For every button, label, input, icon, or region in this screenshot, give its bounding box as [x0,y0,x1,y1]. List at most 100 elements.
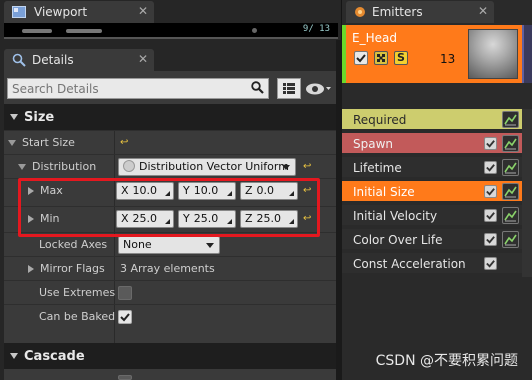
view-options-button[interactable] [277,78,301,99]
module-side-strip [522,109,532,277]
max-y-field[interactable]: Y 10.0 [178,182,236,200]
mirror-flags-value: 3 Array elements [120,262,215,275]
details-search-icon [12,53,26,67]
property-distribution: Distribution Distribution Vector Uniform… [4,154,336,178]
use-extremes-label: Use Extremes [39,286,116,299]
viewport-dot [252,28,257,33]
curve-editor-icon[interactable] [502,207,519,224]
emitters-icon [355,7,365,17]
property-locked-axes: Locked Axes None [4,232,336,256]
close-icon[interactable]: ✕ [478,4,488,18]
tab-details[interactable]: Details ✕ [4,49,154,71]
solo-button[interactable]: S [394,51,408,65]
search-icon[interactable] [251,81,264,94]
particle-counter: 9/ 13 [302,24,330,34]
max-x-field[interactable]: X 10.0 [116,182,174,200]
checkmark-icon [486,212,495,220]
emitter-enable-checkbox[interactable] [354,51,368,65]
viewport-canvas[interactable]: 9/ 13 [4,23,338,39]
eye-icon[interactable] [305,80,333,98]
emitter-color-strip [342,25,346,83]
close-icon[interactable]: ✕ [138,52,148,66]
module-enable-checkbox[interactable] [484,137,497,150]
close-icon[interactable]: ✕ [138,4,148,18]
tab-emitters[interactable]: Emitters ✕ [346,1,494,23]
property-max: Max X 10.0 Y 10.0 Z 0.0 ↩ [4,178,336,202]
mirror-flags-label: Mirror Flags [40,262,105,275]
drag-handle-icon [289,191,294,196]
expand-arrow-icon[interactable] [18,164,26,170]
module-row[interactable]: Initial Velocity [342,205,522,227]
distribution-dropdown[interactable]: Distribution Vector Uniform [118,158,296,176]
reset-to-default-icon[interactable]: ↩ [303,186,313,196]
use-extremes-checkbox[interactable] [118,286,132,300]
property-can-be-baked: Can be Baked [4,304,336,328]
tab-viewport[interactable]: Viewport ✕ [4,1,154,23]
emitters-panel: Emitters ✕ E_Head S 13 Required Spawn Life… [342,0,532,380]
module-enable-checkbox[interactable] [484,209,497,222]
checkmark-icon [486,140,495,148]
checkmark-icon [486,164,495,172]
expand-arrow-icon[interactable] [28,265,34,273]
module-enable-checkbox[interactable] [484,257,497,270]
max-label: Max [40,184,63,197]
category-cascade-header[interactable]: Cascade [4,343,336,369]
details-panel: Size Start Size ↩ Distribution Distribut… [4,71,336,380]
max-x-value: 10.0 [132,184,158,197]
module-label: Const Acceleration [353,257,466,271]
checkmark-icon [486,260,495,268]
module-enable-checkbox[interactable] [484,161,497,174]
module-row[interactable]: Lifetime [342,157,522,179]
category-size-header[interactable]: Size [4,104,336,130]
curve-editor-icon[interactable] [502,231,519,248]
drag-handle-icon [227,219,232,224]
search-input[interactable] [7,78,269,99]
module-row[interactable]: Initial Size [342,181,522,203]
expand-arrow-icon[interactable] [28,215,34,223]
grid-icon [283,83,295,94]
emitter-scroll-strip [522,25,532,83]
curve-editor-icon[interactable] [502,111,519,128]
expand-arrow-icon[interactable] [8,140,16,146]
min-y-value: 25.0 [193,212,219,225]
min-z-field[interactable]: Z 25.0 [240,210,298,228]
cascade-checkbox[interactable] [118,375,132,380]
viewport-icon [12,6,26,18]
emitter-header[interactable]: E_Head S 13 [342,25,522,83]
locked-axes-label: Locked Axes [39,238,108,251]
chevron-down-icon [282,165,290,170]
module-row[interactable]: Const Acceleration [342,253,522,275]
property-use-extremes: Use Extremes [4,280,336,304]
min-x-field[interactable]: X 25.0 [116,210,174,228]
reset-to-default-icon[interactable]: ↩ [120,138,130,148]
distribution-value: Distribution Vector Uniform [139,160,289,173]
reset-to-default-icon[interactable]: ↩ [303,162,313,172]
max-z-field[interactable]: Z 0.0 [240,182,298,200]
module-row[interactable]: Color Over Life [342,229,522,251]
can-be-baked-label: Can be Baked [39,310,116,323]
module-label: Lifetime [353,161,402,175]
module-label: Initial Size [353,185,415,199]
render-mode-icon[interactable] [374,51,388,65]
module-enable-checkbox[interactable] [484,185,497,198]
module-label: Initial Velocity [353,209,438,223]
module-enable-checkbox[interactable] [484,233,497,246]
curve-editor-icon[interactable] [502,135,519,152]
min-y-field[interactable]: Y 25.0 [178,210,236,228]
property-start-size: Start Size ↩ [4,130,336,154]
checkmark-icon [120,313,130,322]
module-label: Required [353,113,407,127]
property-mirror-flags: Mirror Flags 3 Array elements [4,256,336,280]
watermark: CSDN @不要积累问题 [375,353,518,369]
reset-to-default-icon[interactable]: ↩ [303,214,313,224]
module-row[interactable]: Spawn [342,133,522,155]
category-size-label: Size [24,109,55,125]
module-row[interactable]: Required [342,109,522,131]
axis-label: X [121,184,129,197]
curve-editor-icon[interactable] [502,183,519,200]
max-y-value: 10.0 [193,184,219,197]
locked-axes-dropdown[interactable]: None [118,236,220,254]
expand-arrow-icon[interactable] [28,187,34,195]
can-be-baked-checkbox[interactable] [118,310,132,324]
curve-editor-icon[interactable] [502,159,519,176]
